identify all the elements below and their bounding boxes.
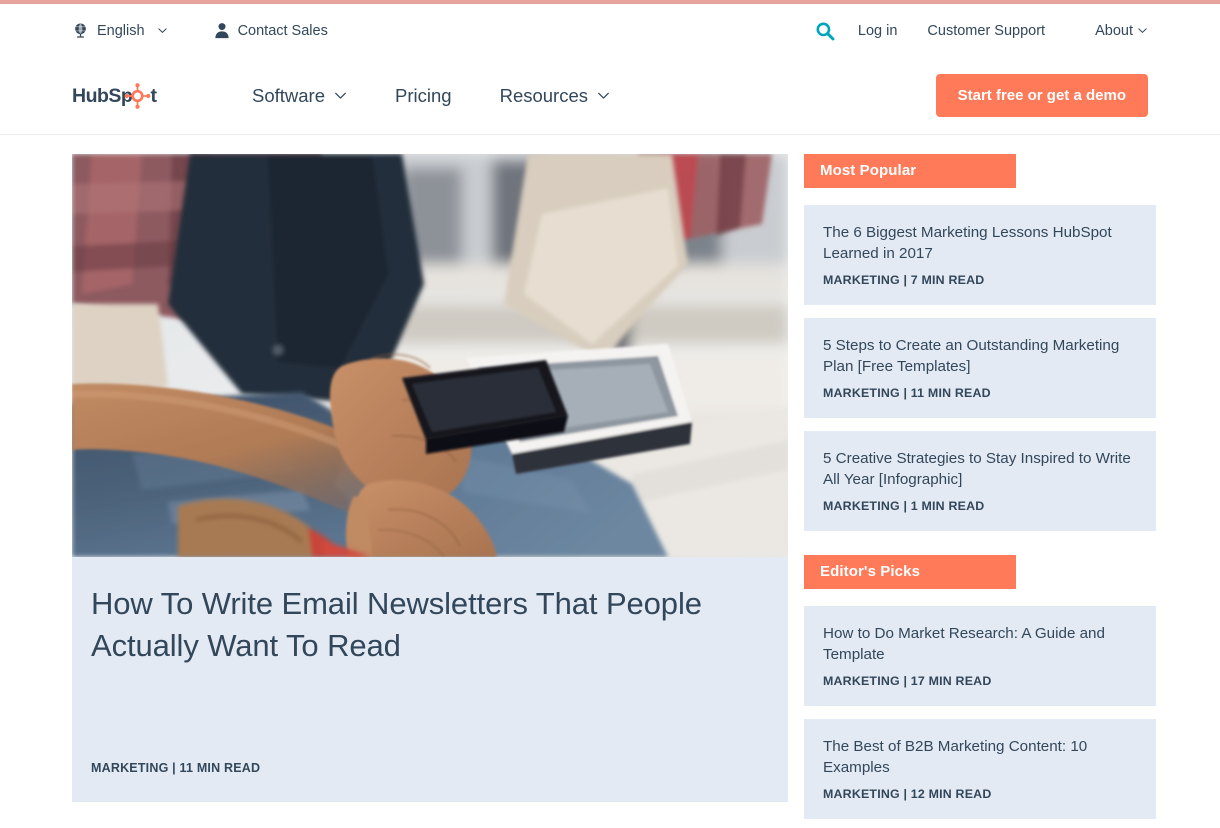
featured-article-meta: MARKETING | 11 MIN READ — [91, 761, 261, 775]
nav-item-label: Software — [252, 84, 326, 106]
login-link[interactable]: Log in — [858, 23, 898, 39]
article-title: The 6 Biggest Marketing Lessons HubSpot … — [823, 224, 1112, 262]
customer-support-link[interactable]: Customer Support — [927, 23, 1045, 39]
article-meta: MARKETING | 11 MIN READ — [823, 385, 991, 400]
contact-sales-link[interactable]: Contact Sales — [214, 22, 328, 39]
about-menu[interactable]: About — [1095, 23, 1148, 39]
list-item[interactable]: The 6 Biggest Marketing Lessons HubSpot … — [804, 205, 1156, 305]
about-label: About — [1095, 22, 1133, 39]
page-content: How To Write Email Newsletters That Peop… — [0, 135, 1220, 828]
article-title: The Best of B2B Marketing Content: 10 Ex… — [823, 737, 1088, 776]
most-popular-heading: Most Popular — [804, 154, 1016, 188]
sidebar: Most Popular The 6 Biggest Marketing Les… — [804, 154, 1156, 828]
article-meta: MARKETING | 17 MIN READ — [823, 673, 992, 688]
list-item[interactable]: 5 Steps to Create an Outstanding Marketi… — [804, 317, 1156, 418]
article-title: 5 Creative Strategies to Stay Inspired t… — [823, 449, 1131, 488]
utility-bar-right: Log in Customer Support About — [814, 20, 1148, 42]
utility-bar-left: English Contact Sales — [72, 22, 328, 39]
nav-item-resources[interactable]: Resources — [500, 85, 610, 107]
nav-item-label: Resources — [499, 84, 589, 106]
language-selector[interactable]: English — [72, 22, 168, 39]
nav-item-pricing[interactable]: Pricing — [395, 85, 452, 107]
featured-article-title: How To Write Email Newsletters That Peop… — [91, 586, 702, 663]
person-icon — [214, 22, 230, 39]
list-item[interactable]: How to Do Market Research: A Guide and T… — [804, 605, 1156, 706]
article-title: How to Do Market Research: A Guide and T… — [823, 624, 1105, 663]
svg-text:HubSp: HubSp — [72, 85, 133, 107]
article-meta: MARKETING | 7 MIN READ — [823, 272, 985, 287]
utility-bar: English Contact Sales Log in Customer Su… — [0, 4, 1220, 57]
main-navigation: HubSp t Software Pricing Resources Start… — [0, 57, 1220, 135]
contact-sales-label: Contact Sales — [237, 22, 328, 39]
article-meta: MARKETING | 1 MIN READ — [823, 498, 985, 513]
featured-article-image — [72, 154, 788, 557]
start-free-demo-button[interactable]: Start free or get a demo — [935, 74, 1148, 117]
nav-items: Software Pricing Resources — [252, 85, 610, 107]
list-item[interactable]: 5 Creative Strategies to Stay Inspired t… — [804, 430, 1156, 531]
nav-item-software[interactable]: Software — [252, 85, 347, 107]
featured-article-card[interactable]: How To Write Email Newsletters That Peop… — [72, 154, 788, 802]
language-label: English — [97, 22, 145, 39]
globe-icon — [72, 22, 89, 39]
chevron-down-icon — [325, 89, 347, 102]
article-meta: MARKETING | 12 MIN READ — [823, 786, 992, 801]
chevron-down-icon — [153, 25, 168, 36]
chevron-down-icon — [1133, 25, 1148, 36]
featured-article-body: How To Write Email Newsletters That Peop… — [72, 557, 788, 802]
nav-item-label: Pricing — [395, 84, 452, 106]
chevron-down-icon — [588, 89, 610, 102]
list-item[interactable]: The Best of B2B Marketing Content: 10 Ex… — [804, 718, 1156, 819]
svg-text:t: t — [151, 85, 158, 107]
article-title: 5 Steps to Create an Outstanding Marketi… — [823, 336, 1120, 375]
hubspot-logo[interactable]: HubSp t — [72, 81, 174, 111]
editors-picks-heading: Editor's Picks — [804, 554, 1016, 589]
search-icon[interactable] — [814, 20, 836, 42]
